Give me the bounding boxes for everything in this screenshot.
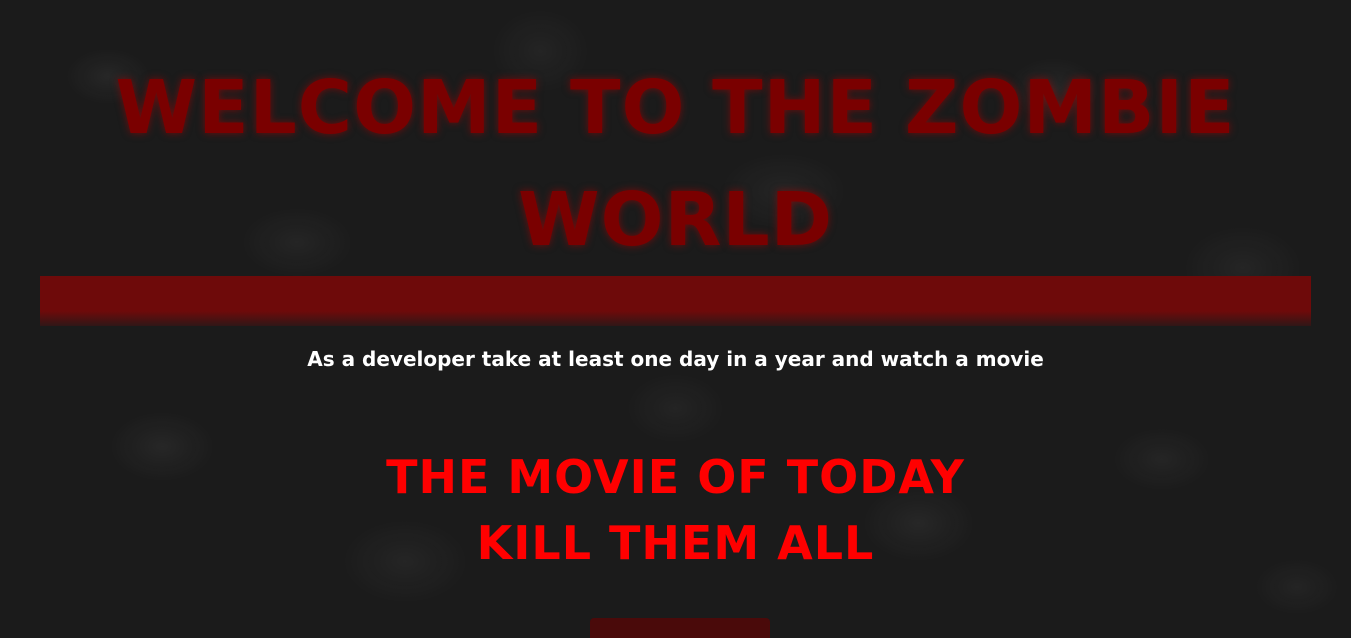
title-divider-bar <box>40 276 1311 326</box>
page-title: WELCOME TO THE ZOMBIE WORLD <box>115 65 1236 263</box>
movie-title: KILL THEM ALL <box>476 516 875 570</box>
movie-heading: THE MOVIE OF TODAY KILL THEM ALL <box>0 444 1351 576</box>
partially-visible-button[interactable] <box>590 618 770 638</box>
tagline-text: As a developer take at least one day in … <box>307 347 1044 371</box>
movie-heading-line1: THE MOVIE OF TODAY <box>386 450 965 504</box>
page: WELCOME TO THE ZOMBIE WORLD As a develop… <box>0 0 1351 638</box>
